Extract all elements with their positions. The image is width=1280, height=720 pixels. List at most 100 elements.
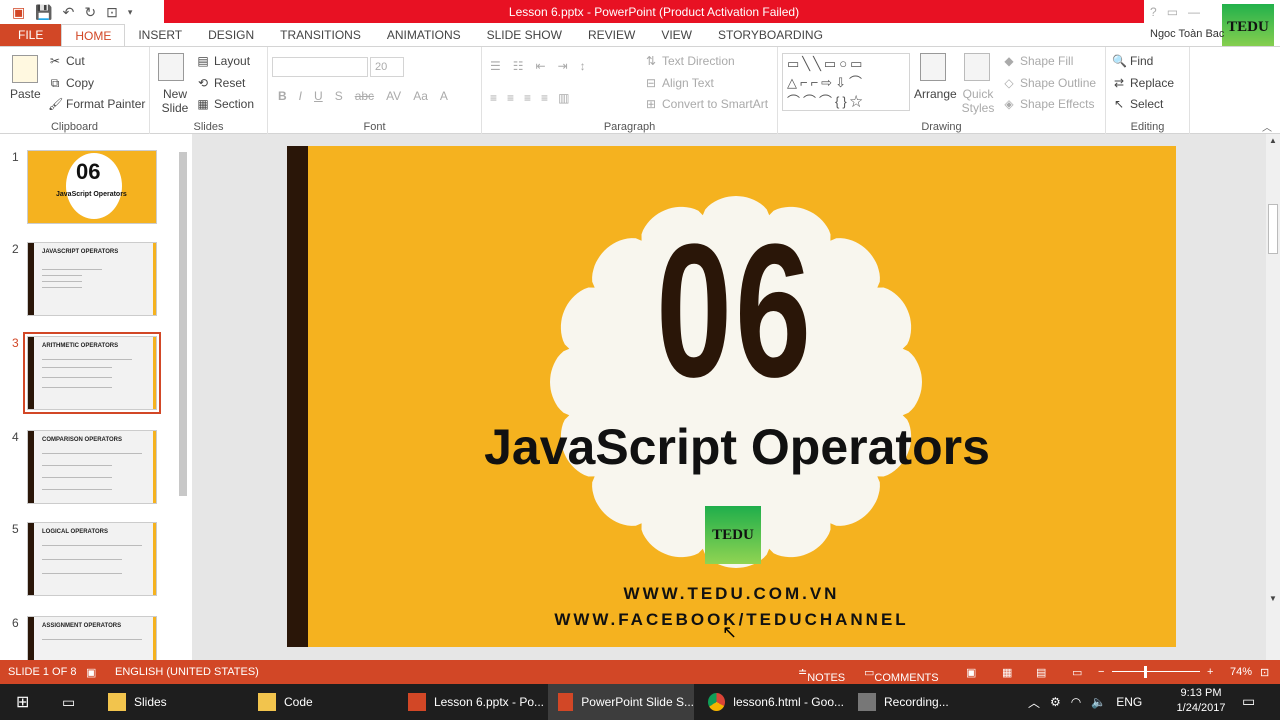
slide-canvas[interactable]: 06 JavaScript Operators TEDU WWW.TEDU.CO…	[287, 146, 1176, 647]
copy-button[interactable]: ⧉ Copy	[48, 76, 94, 90]
align-center-icon[interactable]: ≡	[507, 91, 514, 105]
network-app-icon[interactable]: ⚙	[1050, 695, 1061, 709]
underline-icon[interactable]: U	[314, 89, 323, 103]
thumbnail-1[interactable]: 1 06 JavaScript Operators	[0, 150, 180, 230]
start-from-beginning-icon[interactable]: ⊡	[106, 4, 118, 21]
help-icon[interactable]: ?	[1150, 5, 1157, 19]
reset-button[interactable]: ⟲ Reset	[196, 76, 245, 90]
action-center-icon[interactable]: ▭	[1242, 693, 1255, 710]
taskbar-item-recording[interactable]: Recording...	[848, 684, 994, 720]
tab-slide-show[interactable]: SLIDE SHOW	[474, 24, 575, 46]
increase-indent-icon[interactable]: ⇥	[558, 59, 568, 73]
show-hidden-icon[interactable]: ︿	[1028, 694, 1040, 711]
comments-button[interactable]: ▭ COMMENTS	[864, 666, 939, 684]
undo-icon[interactable]: ↶	[63, 4, 75, 21]
change-case-icon[interactable]: Aa	[413, 89, 428, 103]
scroll-up-icon[interactable]: ▲	[1269, 136, 1277, 145]
customize-qat-icon[interactable]: ▾	[128, 7, 133, 18]
powerpoint-app-icon[interactable]: ▣	[12, 4, 25, 21]
font-color-icon[interactable]: A	[440, 89, 448, 103]
zoom-level[interactable]: 74%	[1230, 666, 1252, 678]
editor-scroll-thumb[interactable]	[1268, 204, 1278, 254]
clock[interactable]: 9:13 PM 1/24/2017	[1176, 686, 1226, 716]
bold-icon[interactable]: B	[278, 89, 287, 103]
spellcheck-icon[interactable]: ▣	[86, 666, 96, 679]
save-icon[interactable]: 💾	[35, 4, 52, 21]
shape-fill-button[interactable]: ◆ Shape Fill	[1002, 54, 1073, 68]
language-tray[interactable]: ENG	[1116, 695, 1142, 709]
redo-icon[interactable]: ↻	[84, 4, 96, 21]
taskbar-item-slides[interactable]: Slides	[98, 684, 244, 720]
zoom-in-icon[interactable]: +	[1207, 666, 1213, 678]
align-left-icon[interactable]: ≡	[490, 91, 497, 105]
tab-insert[interactable]: INSERT	[125, 24, 195, 46]
tab-design[interactable]: DESIGN	[195, 24, 267, 46]
thumbnail-3[interactable]: 3 ARITHMETIC OPERATORS	[0, 332, 180, 416]
editor-scrollbar[interactable]: ▲ ▼	[1266, 134, 1280, 660]
char-spacing-icon[interactable]: AV	[386, 89, 401, 103]
taskbar-item-lesson6[interactable]: Lesson 6.pptx - Po...	[398, 684, 544, 720]
decrease-indent-icon[interactable]: ⇤	[536, 59, 546, 73]
taskbar-item-powerpoint-slideshow[interactable]: PowerPoint Slide S...	[548, 684, 694, 720]
paste-icon[interactable]	[12, 55, 38, 83]
zoom-slider[interactable]	[1112, 671, 1200, 672]
paste-button[interactable]: Paste	[10, 87, 41, 101]
cut-button[interactable]: ✂ Cut	[48, 54, 85, 68]
thumbnail-5[interactable]: 5 LOGICAL OPERATORS	[0, 522, 180, 602]
thumbnail-4[interactable]: 4 COMPARISON OPERATORS	[0, 430, 180, 510]
user-name[interactable]: Ngoc Toàn Bac	[1150, 28, 1224, 40]
columns-icon[interactable]: ▥	[558, 91, 569, 105]
numbering-icon[interactable]: ☷	[513, 59, 524, 73]
thumbnails-scroll-thumb[interactable]	[179, 152, 187, 496]
justify-icon[interactable]: ≡	[541, 91, 548, 105]
align-right-icon[interactable]: ≡	[524, 91, 531, 105]
replace-button[interactable]: ⇄ Replace	[1112, 76, 1174, 90]
collapse-ribbon-icon[interactable]: ︿	[1262, 119, 1272, 134]
tab-file[interactable]: FILE	[0, 24, 62, 46]
align-text-button[interactable]: ⊟ Align Text	[644, 76, 714, 90]
shadow-icon[interactable]: S	[335, 89, 343, 103]
tab-review[interactable]: REVIEW	[575, 24, 648, 46]
start-button[interactable]: ⊞	[6, 684, 42, 720]
wifi-icon[interactable]: ◠	[1071, 695, 1081, 709]
thumbnail-2[interactable]: 2 JAVASCRIPT OPERATORS	[0, 242, 180, 322]
slide-sorter-icon[interactable]: ▦	[1002, 666, 1012, 679]
shape-effects-button[interactable]: ◈ Shape Effects	[1002, 97, 1094, 111]
quick-styles-icon[interactable]	[964, 53, 990, 81]
slideshow-icon[interactable]: ▭	[1072, 666, 1082, 679]
zoom-slider-thumb[interactable]	[1144, 666, 1147, 678]
quick-styles-button[interactable]: Quick Styles	[958, 87, 998, 115]
layout-button[interactable]: ▤ Layout	[196, 54, 250, 68]
bullets-icon[interactable]: ☰	[490, 59, 501, 73]
language-indicator[interactable]: ENGLISH (UNITED STATES)	[115, 666, 259, 678]
font-size-select[interactable]: 20	[370, 57, 404, 77]
section-button[interactable]: ▦ Section	[196, 97, 254, 111]
arrange-button[interactable]: Arrange	[914, 87, 957, 101]
arrange-icon[interactable]	[920, 53, 946, 81]
volume-icon[interactable]: 🔈	[1091, 695, 1106, 709]
convert-smartart-button[interactable]: ⊞ Convert to SmartArt	[644, 97, 768, 111]
notes-button[interactable]: ≐ NOTES	[798, 666, 845, 684]
thumbnails-scrollbar[interactable]	[177, 138, 189, 658]
shapes-gallery[interactable]: ▭╲╲▭○▭ △⌐⌐⇨⇩⌒ ⌒⌒⌒{}☆	[782, 53, 910, 111]
tab-home[interactable]: HOME	[61, 24, 126, 46]
fit-slide-icon[interactable]: ⊡	[1260, 666, 1269, 679]
new-slide-button[interactable]: New Slide	[154, 87, 196, 115]
thumbnail-6[interactable]: 6 ASSIGNMENT OPERATORS	[0, 616, 180, 660]
taskbar-item-chrome[interactable]: lesson6.html - Goo...	[698, 684, 844, 720]
task-view-icon[interactable]: ▭	[52, 684, 88, 720]
minimize-icon[interactable]: —	[1188, 5, 1200, 19]
font-family-select[interactable]	[272, 57, 368, 77]
format-painter-button[interactable]: 🖌 Format Painter	[48, 97, 145, 111]
ribbon-display-icon[interactable]: ▭	[1167, 5, 1178, 19]
reading-view-icon[interactable]: ▤	[1036, 666, 1046, 679]
select-button[interactable]: ↖ Select	[1112, 97, 1163, 111]
tab-storyboarding[interactable]: STORYBOARDING	[705, 24, 836, 46]
strikethrough-icon[interactable]: abc	[355, 89, 374, 103]
normal-view-icon[interactable]: ▣	[966, 666, 976, 679]
scroll-down-icon[interactable]: ▼	[1269, 594, 1277, 603]
text-direction-button[interactable]: ⇅ Text Direction	[644, 54, 735, 68]
new-slide-icon[interactable]	[158, 53, 184, 81]
line-spacing-icon[interactable]: ↕	[580, 59, 586, 73]
shape-outline-button[interactable]: ◇ Shape Outline	[1002, 76, 1096, 90]
